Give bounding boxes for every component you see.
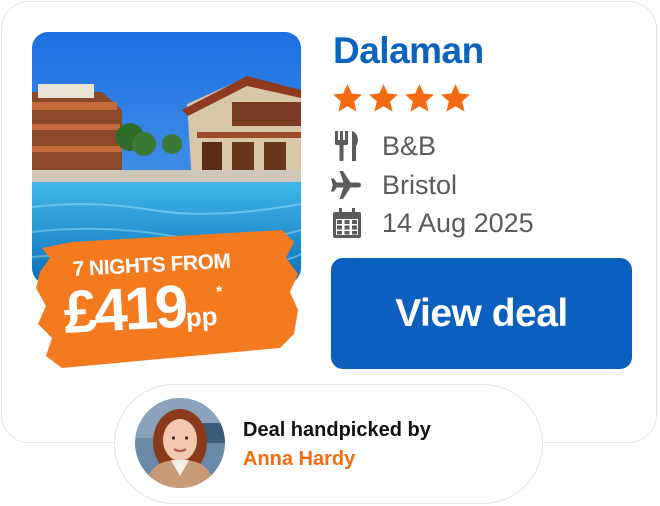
board-basis: B&B <box>331 130 436 162</box>
deal-card[interactable]: 7 NIGHTS FROM £419pp* Dalaman B&B Bristo… <box>1 1 657 443</box>
departure-date-label: 14 Aug 2025 <box>382 207 534 238</box>
agent-badge: Deal handpicked by Anna Hardy <box>114 384 543 504</box>
board-basis-label: B&B <box>382 130 437 161</box>
avatar <box>135 398 225 488</box>
star-icon <box>333 84 362 112</box>
price-value: £419pp* <box>62 270 225 347</box>
star-rating <box>331 82 472 115</box>
price-footnote-marker: * <box>215 283 223 301</box>
calendar-icon <box>331 207 363 239</box>
destination-title[interactable]: Dalaman <box>333 30 484 72</box>
agent-label: Deal handpicked by <box>243 419 431 441</box>
star-icon <box>405 84 434 112</box>
plane-icon <box>331 169 363 201</box>
star-icon <box>369 84 398 112</box>
departure-airport-label: Bristol <box>382 169 458 200</box>
departure-date: 14 Aug 2025 <box>331 207 534 239</box>
view-deal-button[interactable]: View deal <box>331 258 632 369</box>
agent-name: Anna Hardy <box>243 448 356 470</box>
price-amount: £419 <box>62 272 187 346</box>
star-icon <box>441 84 470 112</box>
cutlery-icon <box>331 130 363 162</box>
price-suffix: pp <box>184 300 219 333</box>
departure-airport: Bristol <box>331 169 457 201</box>
price-tag: 7 NIGHTS FROM £419pp* <box>32 228 302 374</box>
